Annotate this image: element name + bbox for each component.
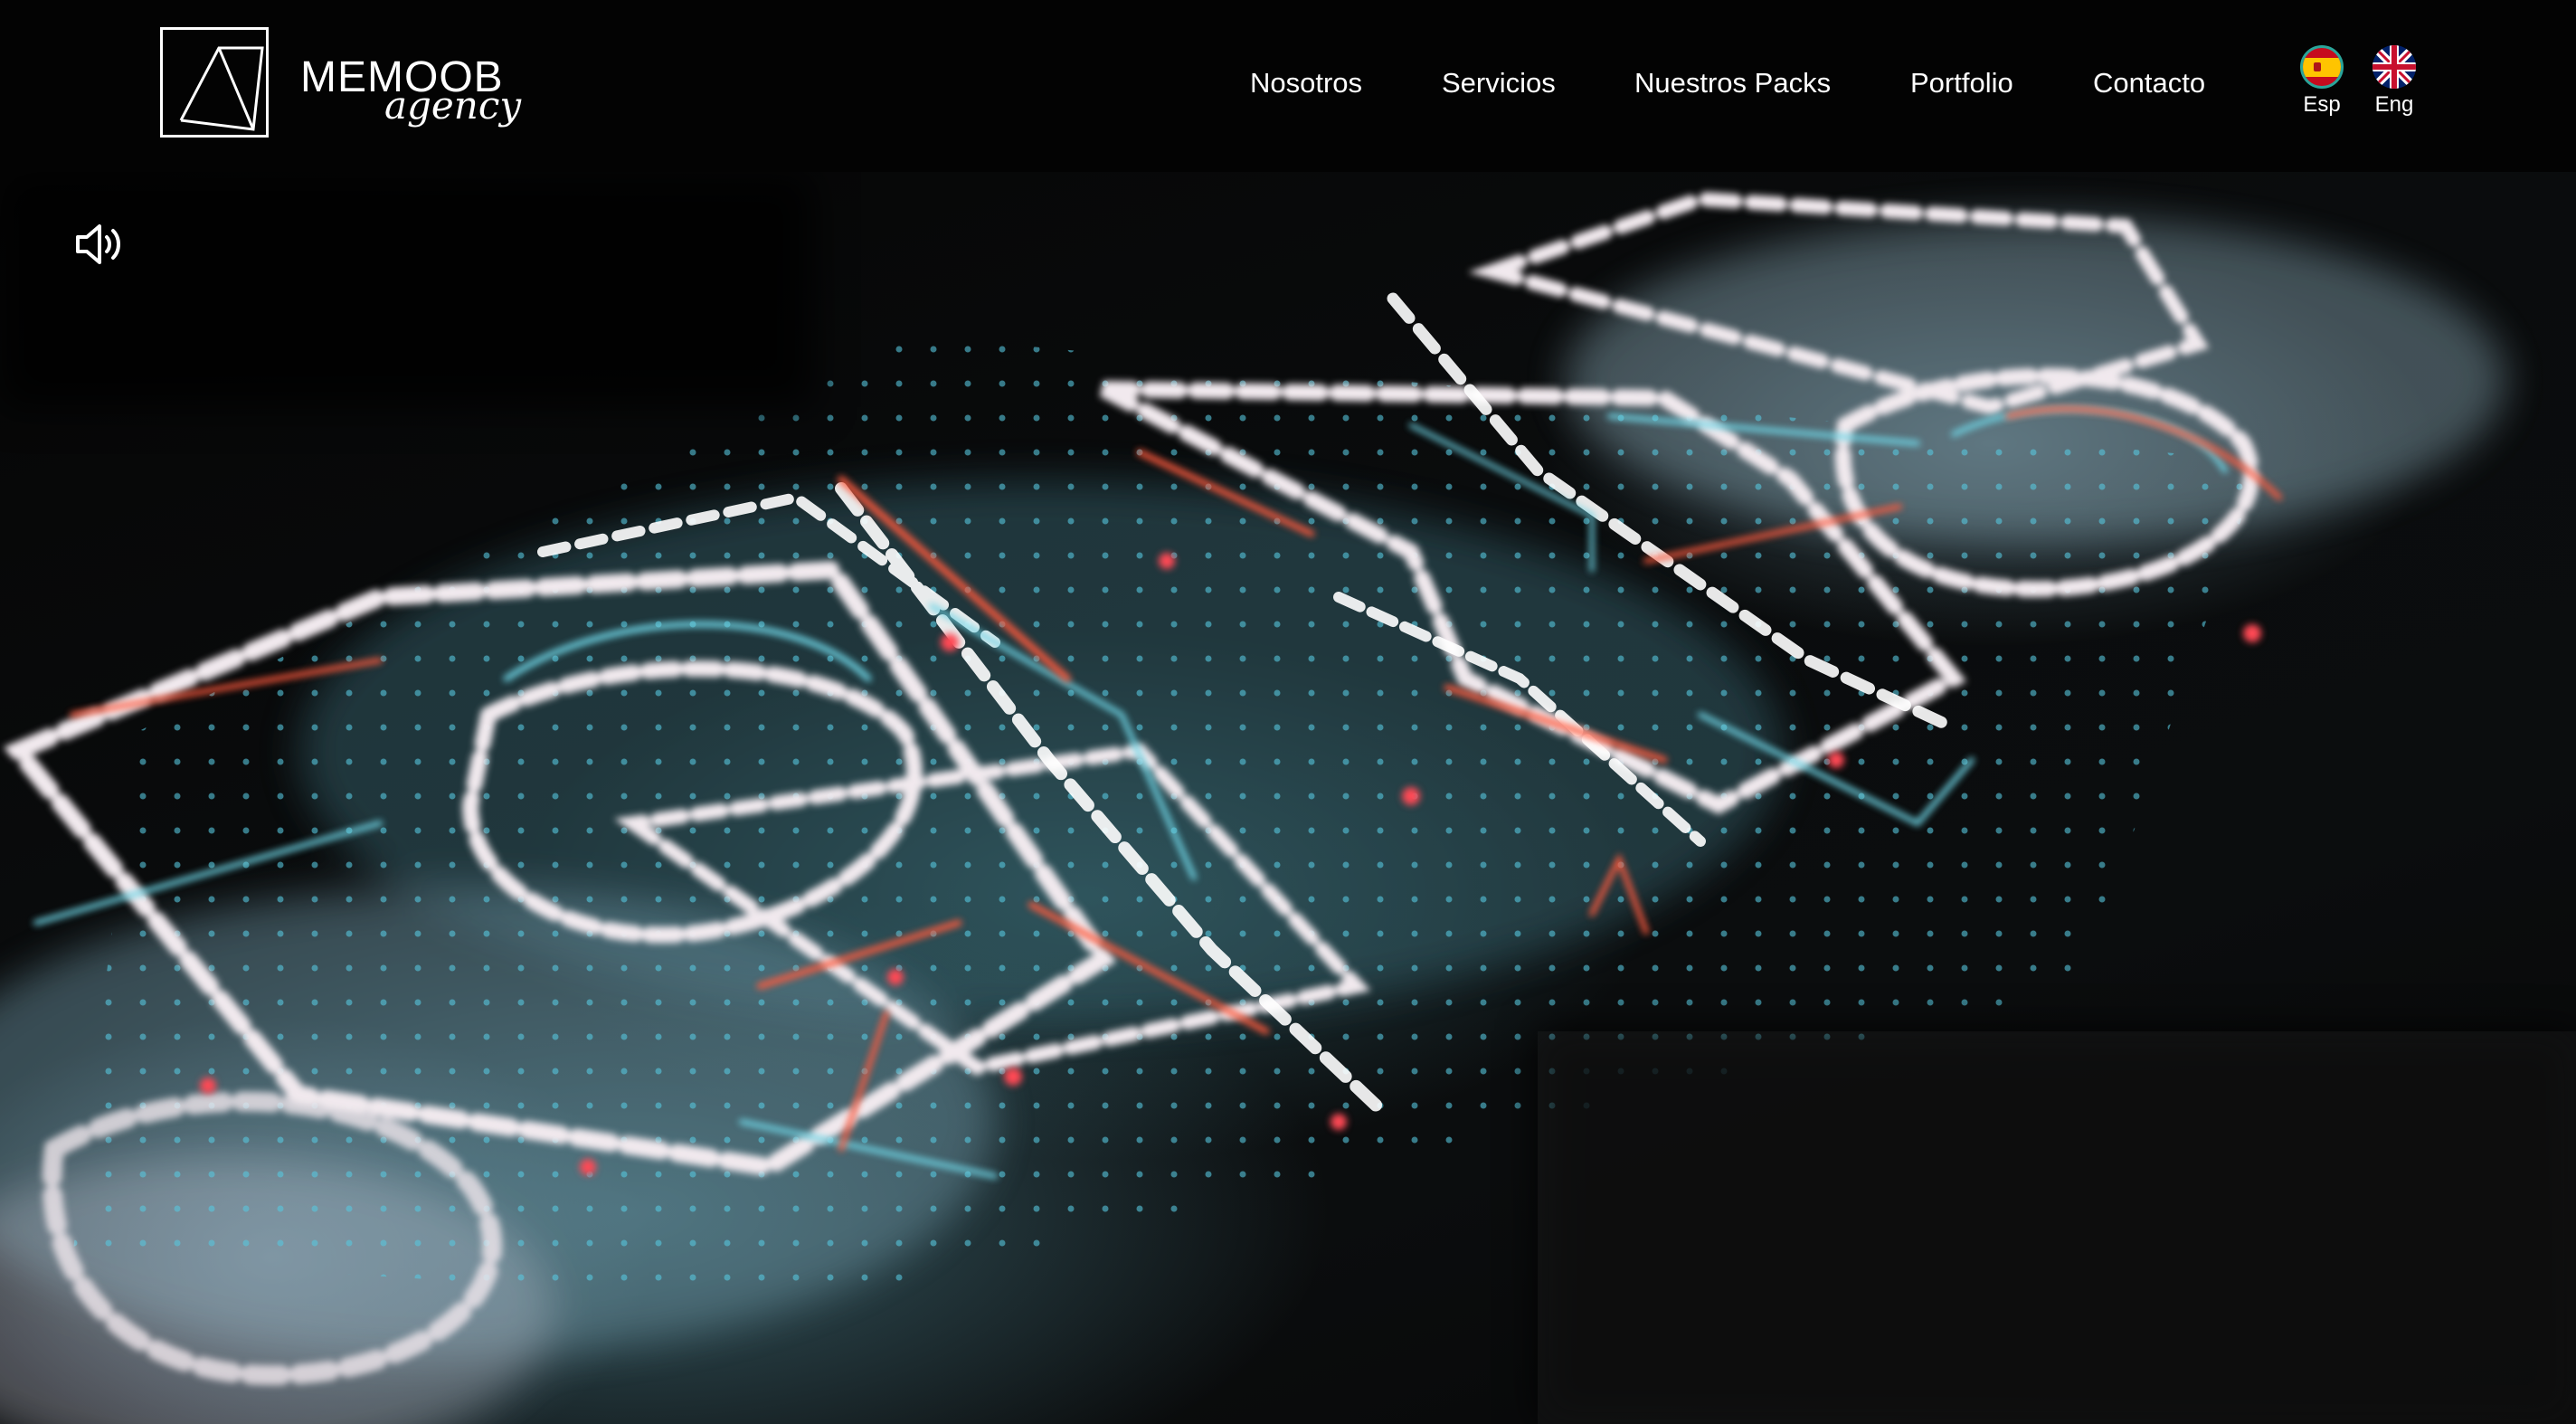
nav-item-contacto[interactable]: Contacto	[2093, 65, 2205, 101]
uk-flag-icon	[2372, 45, 2416, 89]
speaker-volume-icon	[76, 224, 120, 264]
brand-logo[interactable]: MEMOOB agency	[160, 27, 522, 145]
hero-video	[0, 172, 2576, 1424]
language-switch-en[interactable]: Eng	[2363, 45, 2426, 127]
nav-item-servicios[interactable]: Servicios	[1442, 65, 1556, 101]
brand-tagline: agency	[384, 83, 522, 128]
spain-flag-icon	[2300, 45, 2344, 89]
site-header: MEMOOB agency Nosotros Servicios Nuestro…	[0, 0, 2576, 172]
brand-name-prefix: ME	[300, 53, 367, 101]
language-label-en: Eng	[2374, 92, 2414, 117]
language-switch-es[interactable]: Esp	[2290, 45, 2353, 127]
hero-neon-logo-art	[0, 172, 2576, 1424]
nav-item-nosotros[interactable]: Nosotros	[1250, 65, 1362, 101]
logo-mark-icon	[160, 27, 269, 138]
nav-item-portfolio[interactable]: Portfolio	[1910, 65, 2013, 101]
language-label-es: Esp	[2303, 92, 2341, 117]
sound-toggle-button[interactable]	[72, 217, 127, 271]
nav-item-nuestros-packs[interactable]: Nuestros Packs	[1634, 65, 1831, 101]
